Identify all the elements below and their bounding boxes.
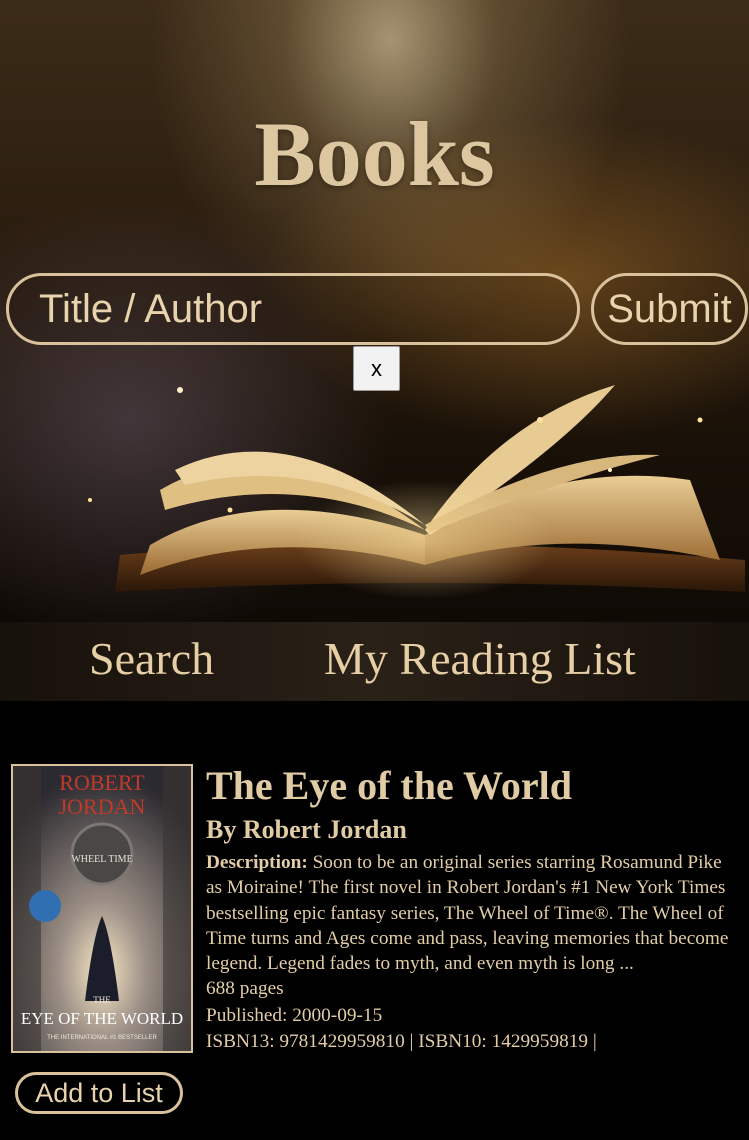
cover-tagline: THE INTERNATIONAL #1 BESTSELLER [47, 1035, 157, 1041]
book-cover-art: ROBERT JORDAN WHEEL TIME THE EYE OF THE … [13, 766, 191, 1051]
nav-item-search[interactable]: Search [89, 636, 214, 682]
submit-button[interactable]: Submit [591, 273, 748, 345]
cover-author-line-1: ROBERT [59, 770, 145, 795]
book-description: Description: Soon to be an original seri… [206, 850, 742, 976]
description-label: Description: [206, 852, 308, 873]
published-date: Published: 2000-09-15 [206, 1004, 383, 1026]
open-book-illustration [88, 385, 745, 600]
cover-badge [29, 890, 61, 922]
main-nav: Search My Reading List [0, 622, 749, 701]
clear-button[interactable]: x [353, 346, 400, 391]
add-to-list-button[interactable]: Add to List [15, 1072, 183, 1114]
book-cover-image: ROBERT JORDAN WHEEL TIME THE EYE OF THE … [11, 764, 193, 1053]
page-title: Books [254, 103, 495, 205]
search-input[interactable] [6, 273, 580, 345]
cover-series: WHEEL TIME [71, 854, 132, 865]
cover-title-line-2: EYE OF THE WORLD [21, 1009, 183, 1028]
nav-item-reading-list[interactable]: My Reading List [324, 636, 636, 682]
book-author: By Robert Jordan [206, 815, 407, 844]
isbn-line: ISBN13: 9781429959810 | ISBN10: 14299598… [206, 1031, 597, 1053]
book-info: The Eye of the World By Robert Jordan De… [206, 764, 742, 1056]
cover-title-line-1: THE [93, 995, 111, 1005]
page-count: 688 pages [206, 978, 284, 1000]
cover-author-line-2: JORDAN [59, 794, 146, 819]
book-title: The Eye of the World [206, 763, 572, 808]
